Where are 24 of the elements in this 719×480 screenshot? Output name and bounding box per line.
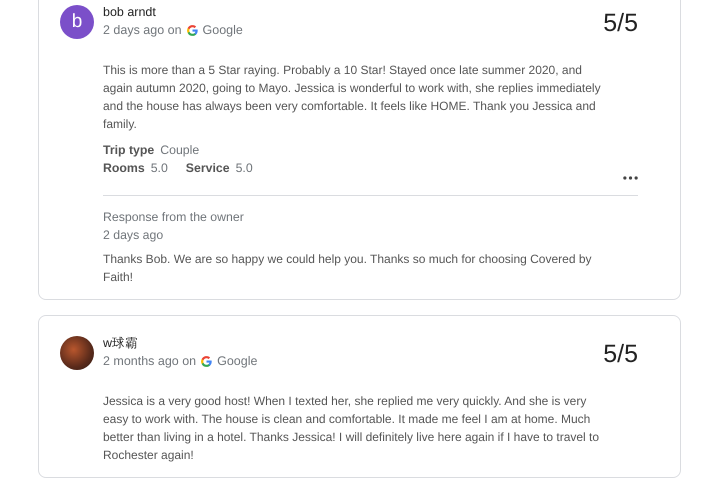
review-text: Jessica is a very good host! When I texted her, she replied me very quickly. And she is very easy to work with. The house is clean and comfortable. It made me feel I am at home. Much better than living in a hotel. Thanks Jessica! I will definitely live here again if I have to travel to Rochester again! — [103, 393, 600, 464]
review-score: 5/5 — [603, 340, 638, 368]
review-source: Google — [202, 23, 243, 38]
review-time: 2 months ago on — [103, 354, 196, 369]
avatar-photo-placeholder — [60, 336, 94, 370]
google-g-icon — [186, 24, 199, 37]
rating-label: Rooms — [103, 160, 145, 177]
avatar: b — [60, 5, 94, 39]
owner-response-time: 2 days ago — [103, 228, 164, 243]
rating-label: Service — [186, 160, 230, 177]
more-options-icon[interactable] — [623, 176, 638, 180]
google-g-icon — [200, 355, 214, 368]
review-text: This is more than a 5 Star raying. Probably a 10 Star! Stayed once late summer 2020, and again autumn 2020, going to Mayo. Jessica is wonderful to work with, she replies immediately and the house has always been very comfortable. It feels like HOME. Thank you Jessica and family. — [103, 62, 602, 133]
owner-response-heading: Response from the owner — [103, 210, 245, 225]
reviewer-name: w球霸 — [103, 336, 140, 351]
reviewer-name: bob arndt — [103, 5, 157, 20]
owner-response-text: Thanks Bob. We are so happy we could help you. Thanks so much for choosing Covered by Faith! — [103, 251, 592, 286]
rating-value: 5.0 — [150, 160, 168, 177]
review-score: 5/5 — [603, 9, 638, 37]
review-source: Google — [217, 354, 258, 369]
detail-label: Trip type — [103, 142, 154, 159]
rating-value: 5.0 — [236, 160, 253, 177]
review-time: 2 days ago on — [103, 23, 182, 38]
detail-value: Couple — [160, 142, 200, 159]
